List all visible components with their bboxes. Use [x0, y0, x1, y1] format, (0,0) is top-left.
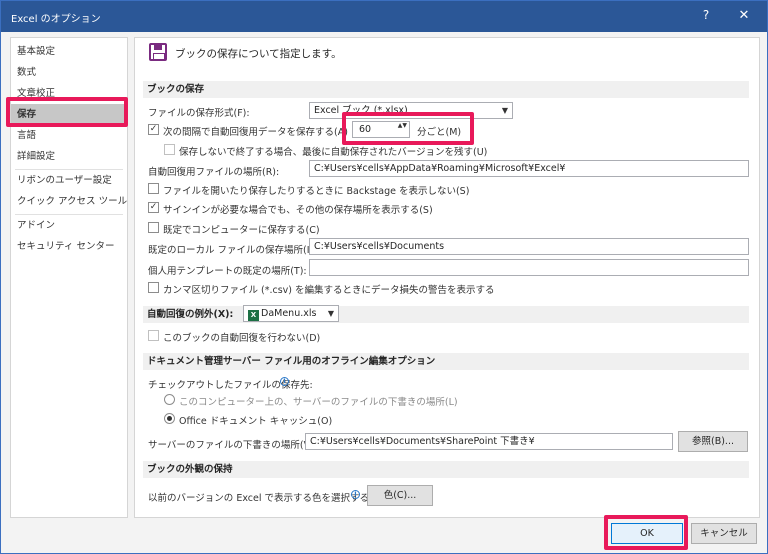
personal-template-input[interactable]	[309, 259, 749, 276]
colors-label: 以前のバージョンの Excel で表示する色を選択する:	[148, 493, 373, 504]
section-preserve-appearance: ブックの外観の保持	[143, 461, 749, 478]
title-bar: Excel のオプション ? ✕	[1, 1, 767, 32]
server-drafts-location-label: サーバーのファイルの下書きの場所(V):	[148, 440, 318, 451]
exception-workbook-dropdown[interactable]: X DaMenu.xls ▼	[243, 305, 339, 322]
radio-office-cache-label: Office ドキュメント キャッシュ(O)	[179, 416, 333, 427]
minutes-unit-label: 分ごと(M)	[417, 127, 462, 138]
default-local-location-label: 既定のローカル ファイルの保存場所(I):	[148, 245, 317, 256]
server-drafts-location-input[interactable]: C:¥Users¥cells¥Documents¥SharePoint 下書き¥	[305, 433, 673, 450]
cancel-button[interactable]: キャンセル	[691, 523, 757, 544]
csv-warning-label: カンマ区切りファイル (*.csv) を編集するときにデータ損失の警告を表示する	[163, 285, 495, 296]
autorecover-location-input[interactable]: C:¥Users¥cells¥AppData¥Roaming¥Microsoft…	[309, 160, 749, 177]
save-format-value: Excel ブック (*.xlsx)	[314, 105, 408, 116]
personal-template-label: 個人用テンプレートの既定の場所(T):	[148, 266, 307, 277]
radio-office-cache[interactable]	[164, 413, 175, 424]
autorecover-exceptions-label: 自動回復の例外(X):	[147, 309, 234, 320]
section-save-workbooks: ブックの保存	[143, 81, 749, 98]
radio-server-drafts-label: このコンピューター上の、サーバーのファイルの下書きの場所(L)	[179, 397, 458, 408]
signin-locations-label: サインインが必要な場合でも、その他の保存場所を表示する(S)	[163, 205, 433, 216]
sidebar-item-advanced[interactable]: 詳細設定	[11, 146, 127, 167]
csv-warning-checkbox[interactable]	[148, 282, 159, 293]
colors-button[interactable]: 色(C)...	[367, 485, 433, 506]
autorecover-location-label: 自動回復用ファイルの場所(R):	[148, 167, 280, 178]
sidebar-item-save[interactable]: 保存	[11, 104, 127, 125]
excel-options-dialog: Excel のオプション ? ✕ 基本設定 数式 文章校正 保存 言語 詳細設定…	[0, 0, 768, 554]
info-icon: i	[351, 490, 360, 499]
sidebar-item-formulas[interactable]: 数式	[11, 62, 127, 83]
save-format-label: ファイルの保存形式(F):	[148, 108, 250, 119]
disable-autorecover-checkbox[interactable]	[148, 330, 159, 341]
autorecover-label: 次の間隔で自動回復用データを保存する(A)	[163, 127, 348, 138]
browse-button[interactable]: 参照(B)...	[678, 431, 748, 452]
disable-autorecover-label: このブックの自動回復を行わない(D)	[163, 333, 321, 344]
save-to-computer-checkbox[interactable]	[148, 222, 159, 233]
help-button[interactable]: ?	[697, 8, 715, 22]
backstage-checkbox[interactable]	[148, 183, 159, 194]
sidebar-item-language[interactable]: 言語	[11, 125, 127, 146]
sidebar-item-proofing[interactable]: 文章校正	[11, 83, 127, 104]
default-local-location-input[interactable]: C:¥Users¥cells¥Documents	[309, 238, 749, 255]
autorecover-checkbox[interactable]: ✓	[148, 124, 159, 135]
chevron-down-icon: ▼	[501, 106, 508, 115]
page-description: ブックの保存について指定します。	[175, 48, 342, 60]
radio-server-drafts[interactable]	[164, 394, 175, 405]
exception-workbook-value: DaMenu.xls	[261, 308, 317, 319]
options-sidebar: 基本設定 数式 文章校正 保存 言語 詳細設定 リボンのユーザー設定 クイック …	[10, 37, 128, 518]
sidebar-item-general[interactable]: 基本設定	[11, 41, 127, 62]
window-title: Excel のオプション	[11, 14, 101, 25]
sidebar-item-trust-center[interactable]: セキュリティ センター	[11, 236, 127, 257]
save-icon	[149, 43, 167, 61]
save-to-computer-label: 既定でコンピューターに保存する(C)	[163, 225, 320, 236]
spin-arrows-icon[interactable]: ▲▼	[398, 122, 407, 129]
sidebar-item-customize-ribbon[interactable]: リボンのユーザー設定	[11, 170, 127, 191]
keep-last-version-label: 保存しないで終了する場合、最後に自動保存されたバージョンを残す(U)	[179, 147, 488, 158]
backstage-label: ファイルを開いたり保存したりするときに Backstage を表示しない(S)	[163, 186, 470, 197]
keep-last-version-checkbox[interactable]	[164, 144, 175, 155]
info-icon: i	[280, 377, 289, 386]
save-format-dropdown[interactable]: Excel ブック (*.xlsx) ▼	[309, 102, 513, 119]
excel-file-icon: X	[248, 310, 259, 321]
sidebar-item-quick-access[interactable]: クイック アクセス ツール バー	[11, 191, 127, 212]
autorecover-minutes-value: 60	[359, 124, 372, 135]
sidebar-item-addins[interactable]: アドイン	[11, 215, 127, 236]
chevron-down-icon: ▼	[327, 309, 334, 318]
autorecover-minutes-spinner[interactable]: 60 ▲▼	[352, 121, 410, 138]
signin-locations-checkbox[interactable]: ✓	[148, 202, 159, 213]
close-button[interactable]: ✕	[735, 8, 753, 23]
section-autorecover-exceptions: 自動回復の例外(X):	[143, 306, 749, 323]
section-offline-editing: ドキュメント管理サーバー ファイル用のオフライン編集オプション	[143, 353, 749, 370]
ok-button[interactable]: OK	[611, 523, 683, 544]
